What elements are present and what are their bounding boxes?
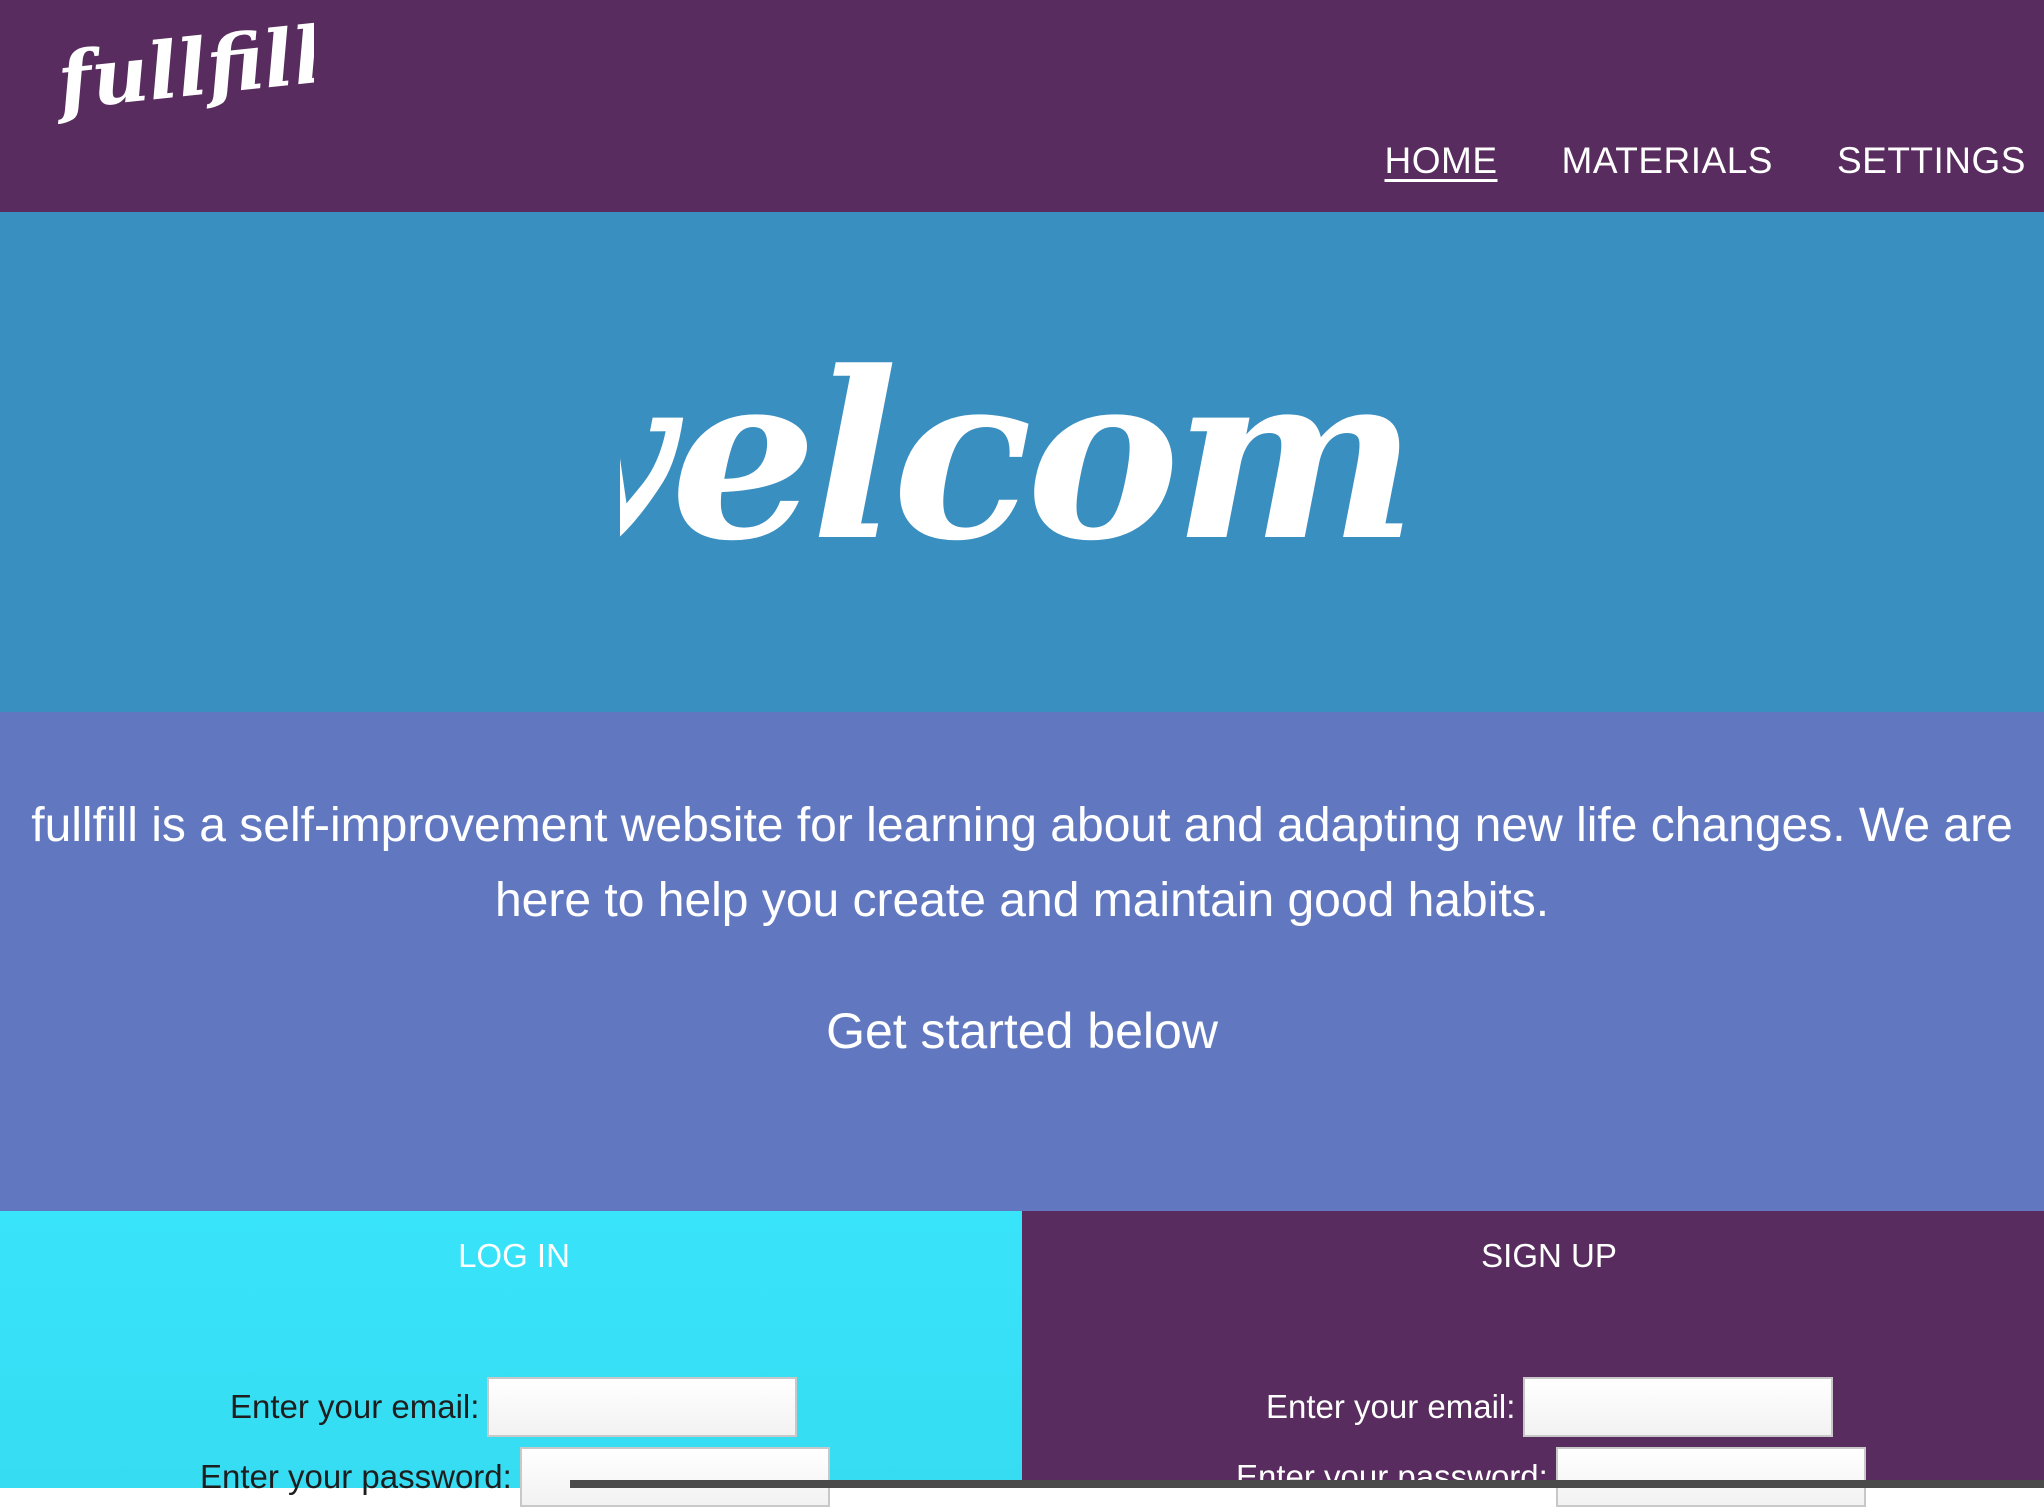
signup-password-label: Enter your password: [1236,1458,1548,1495]
signup-email-label: Enter your email: [1266,1388,1516,1425]
signup-title: SIGN UP [1481,1237,1617,1274]
signup-email-row: Enter your email: [1266,1377,1834,1437]
signup-password-row: Enter your password: [1236,1447,1866,1507]
fullfill-logo[interactable]: fullfill. [54,14,314,124]
login-email-row: Enter your email: [230,1377,798,1437]
login-title: LOG IN [458,1237,570,1274]
login-password-label: Enter your password: [200,1458,512,1495]
login-email-input[interactable] [487,1377,798,1437]
about-section: fullfill is a self-improvement website f… [0,712,2044,1211]
nav-materials-link[interactable]: MATERIALS [1562,140,1773,182]
login-panel: LOG IN Enter your email: Enter your pass… [0,1211,1022,1507]
signup-panel: SIGN UP Enter your email: Enter your pas… [1022,1211,2044,1507]
welcome-text: welcome [620,322,1410,592]
horizontal-scrollbar[interactable] [570,1480,2044,1488]
login-email-label: Enter your email: [230,1388,480,1425]
signup-email-input[interactable] [1523,1377,1834,1437]
welcome-heading: welcome [620,322,1410,592]
get-started-text: Get started below [826,1003,1218,1059]
login-password-input[interactable] [519,1447,830,1507]
signup-password-input[interactable] [1555,1447,1866,1507]
login-password-row: Enter your password: [200,1447,830,1507]
nav-settings-link[interactable]: SETTINGS [1837,140,2026,182]
logo-text: fullfill. [54,14,314,124]
site-header: fullfill. HOME MATERIALS SETTINGS [0,0,2044,212]
main-nav: HOME MATERIALS SETTINGS [1385,140,2027,182]
welcome-banner: welcome [0,212,2044,712]
about-description: fullfill is a self-improvement website f… [31,799,2013,927]
nav-home-link[interactable]: HOME [1385,140,1498,182]
